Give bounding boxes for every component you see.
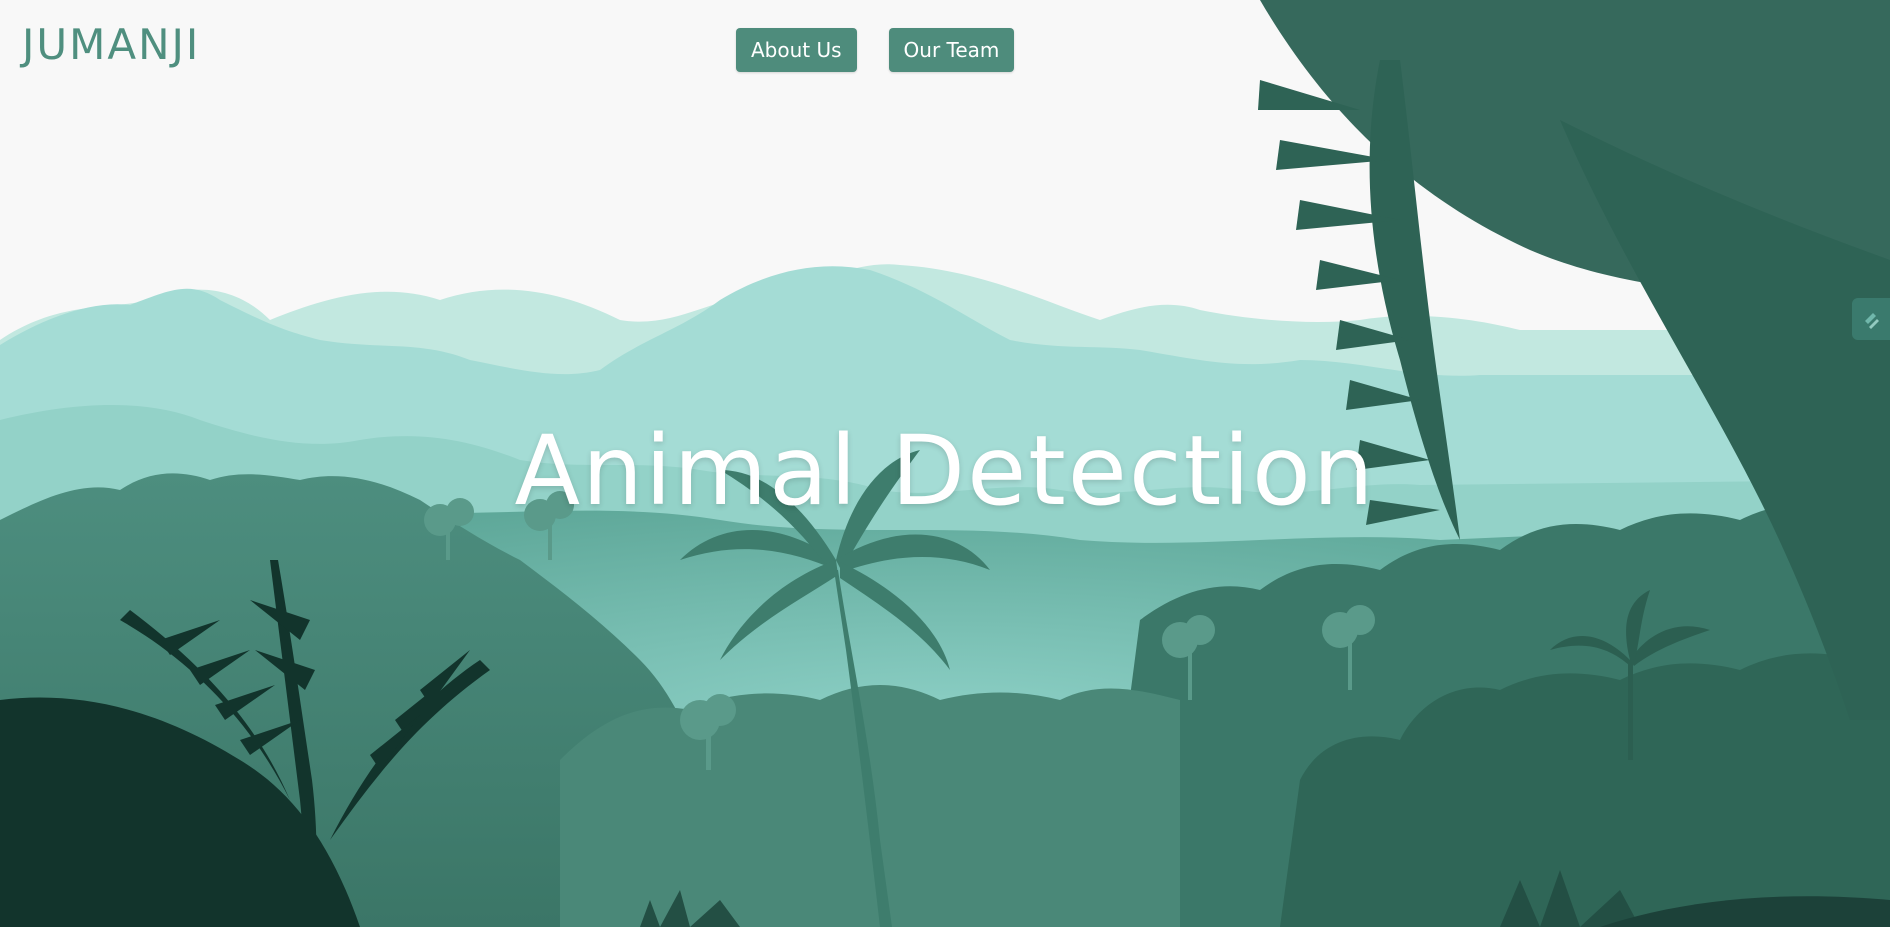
hero-title: Animal Detection <box>514 415 1376 527</box>
extension-widget-button[interactable] <box>1852 298 1890 340</box>
landing-page: JUMANJI About Us Our Team Animal Detecti… <box>0 0 1890 927</box>
extension-widget-icon <box>1865 313 1879 329</box>
about-us-button[interactable]: About Us <box>736 28 857 72</box>
main-nav: About Us Our Team <box>736 28 1015 72</box>
site-logo[interactable]: JUMANJI <box>22 20 200 69</box>
our-team-button[interactable]: Our Team <box>888 28 1015 72</box>
